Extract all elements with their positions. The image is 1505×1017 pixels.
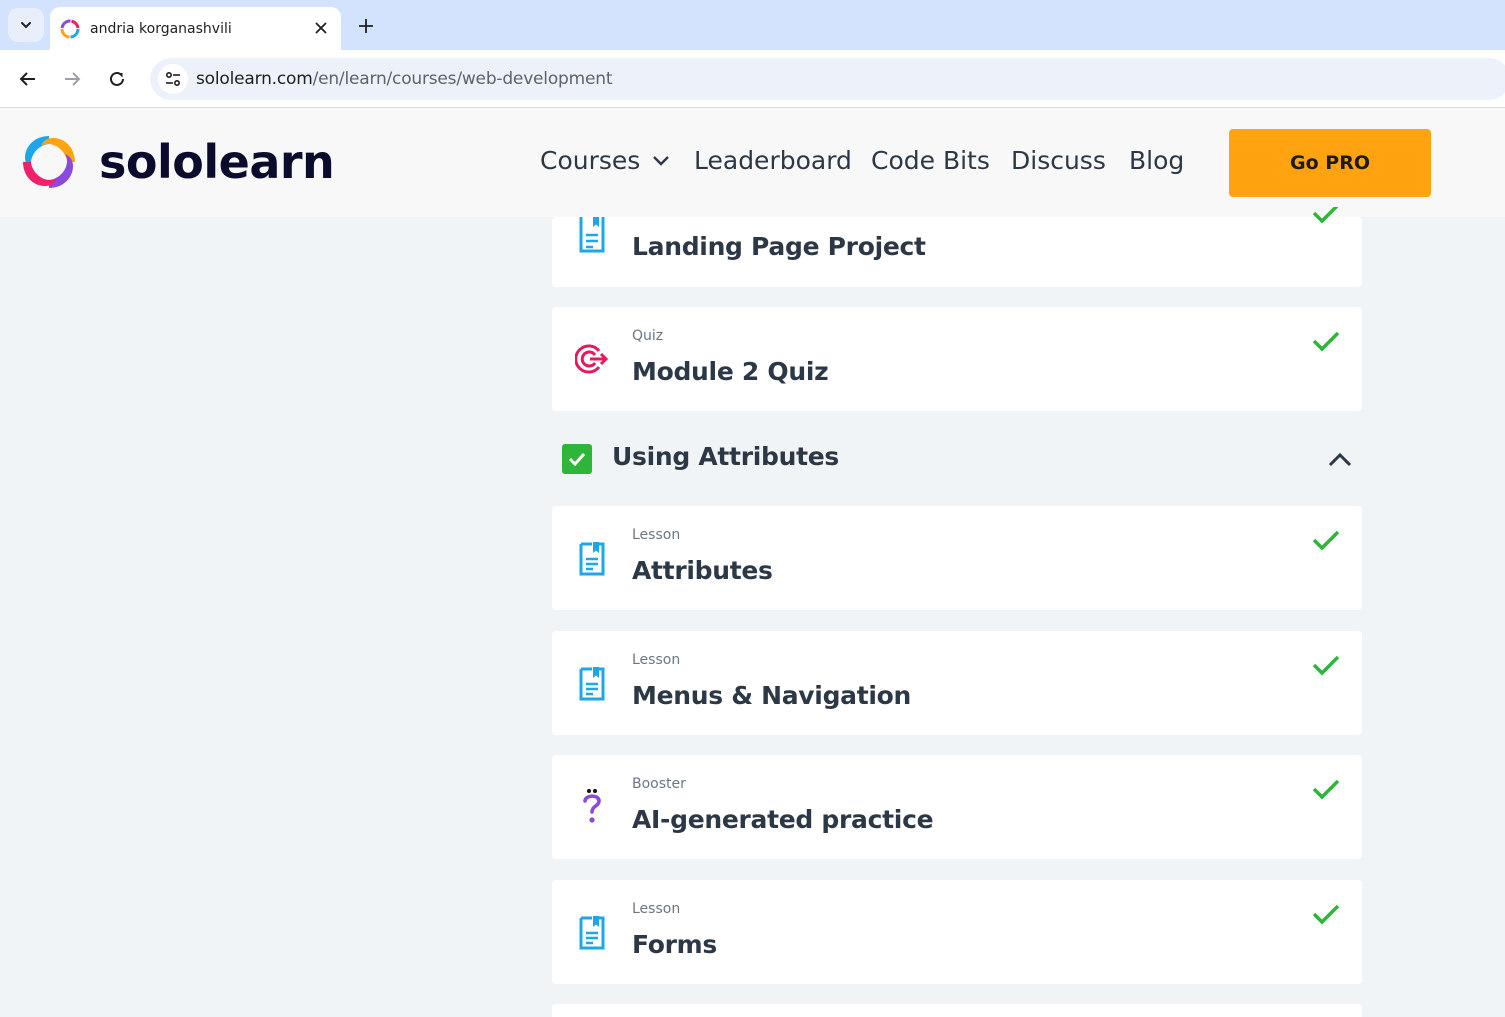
item-title: Forms bbox=[632, 930, 717, 959]
back-button[interactable] bbox=[13, 64, 43, 94]
item-type: Booster bbox=[632, 776, 686, 792]
nav-discuss[interactable]: Discuss bbox=[1011, 146, 1106, 175]
go-pro-button[interactable]: Go PRO bbox=[1229, 129, 1431, 197]
lesson-icon bbox=[574, 217, 610, 253]
reload-icon bbox=[110, 71, 124, 86]
question-mark-icon bbox=[574, 788, 610, 824]
list-item-menus-navigation[interactable]: Lesson Menus & Navigation bbox=[552, 631, 1362, 735]
check-icon bbox=[568, 452, 586, 466]
lesson-icon bbox=[574, 915, 610, 951]
arrow-right-icon bbox=[65, 72, 81, 86]
sololearn-favicon-icon bbox=[59, 18, 81, 40]
nav-blog[interactable]: Blog bbox=[1129, 146, 1184, 175]
section-complete-checkbox bbox=[562, 444, 592, 474]
tab-search-button[interactable] bbox=[8, 8, 44, 42]
item-title: AI-generated practice bbox=[632, 805, 934, 834]
new-tab-button[interactable] bbox=[352, 12, 380, 40]
address-bar[interactable]: sololearn.com/en/learn/courses/web-devel… bbox=[150, 58, 1505, 100]
list-item-next[interactable] bbox=[552, 1004, 1362, 1017]
chevron-down-icon bbox=[21, 22, 31, 29]
section-header-using-attributes[interactable]: Using Attributes bbox=[552, 440, 1362, 480]
url-path: /en/learn/courses/web-development bbox=[312, 69, 613, 89]
check-icon bbox=[1312, 779, 1340, 800]
item-type: Lesson bbox=[632, 901, 681, 917]
item-title: Module 2 Quiz bbox=[632, 357, 829, 386]
chevron-down-icon bbox=[653, 155, 670, 166]
close-icon[interactable] bbox=[311, 18, 331, 38]
list-item-landing-page-project[interactable]: Landing Page Project bbox=[552, 207, 1362, 287]
browser-tab-bar: andria korganashvili bbox=[0, 0, 1505, 50]
url-text[interactable]: sololearn.com/en/learn/courses/web-devel… bbox=[196, 69, 612, 89]
tab-title: andria korganashvili bbox=[90, 20, 232, 37]
item-type: Quiz bbox=[632, 328, 664, 344]
check-icon bbox=[1312, 207, 1339, 224]
forward-button[interactable] bbox=[57, 64, 87, 94]
item-type: Lesson bbox=[632, 652, 681, 668]
url-domain: sololearn.com bbox=[196, 69, 313, 89]
list-item-module-2-quiz[interactable]: Quiz Module 2 Quiz bbox=[552, 307, 1362, 411]
browser-tab[interactable]: andria korganashvili bbox=[50, 7, 341, 50]
sololearn-logo-icon bbox=[23, 136, 75, 188]
section-title: Using Attributes bbox=[612, 442, 839, 471]
site-header: sololearn Courses Leaderboard Code Bits … bbox=[0, 108, 1505, 217]
chevron-up-icon bbox=[1328, 453, 1352, 467]
check-icon bbox=[1312, 331, 1340, 352]
logo-text: sololearn bbox=[99, 135, 335, 189]
list-item-ai-generated-practice[interactable]: Booster AI-generated practice bbox=[552, 755, 1362, 859]
list-item-attributes[interactable]: Lesson Attributes bbox=[552, 506, 1362, 610]
plus-icon bbox=[359, 19, 373, 33]
item-type: Lesson bbox=[632, 527, 681, 543]
nav-courses-label: Courses bbox=[540, 146, 641, 175]
item-title: Landing Page Project bbox=[632, 232, 926, 261]
lesson-icon bbox=[574, 666, 610, 702]
collapse-section-button[interactable] bbox=[1326, 446, 1354, 474]
browser-toolbar: sololearn.com/en/learn/courses/web-devel… bbox=[0, 50, 1505, 108]
item-title: Attributes bbox=[632, 556, 773, 585]
nav-code-bits[interactable]: Code Bits bbox=[871, 146, 990, 175]
lesson-icon bbox=[574, 541, 610, 577]
sololearn-logo[interactable]: sololearn bbox=[19, 132, 335, 192]
nav-courses[interactable]: Courses bbox=[540, 146, 670, 175]
tune-icon bbox=[165, 71, 181, 87]
arrow-left-icon bbox=[19, 72, 35, 86]
nav-leaderboard[interactable]: Leaderboard bbox=[694, 146, 852, 175]
item-title: Menus & Navigation bbox=[632, 681, 912, 710]
check-icon bbox=[1312, 904, 1340, 925]
site-info-button[interactable] bbox=[158, 64, 188, 94]
quiz-target-icon bbox=[574, 341, 610, 377]
check-icon bbox=[1312, 655, 1340, 676]
list-item-forms[interactable]: Lesson Forms bbox=[552, 880, 1362, 984]
check-icon bbox=[1312, 530, 1340, 551]
reload-button[interactable] bbox=[102, 64, 132, 94]
